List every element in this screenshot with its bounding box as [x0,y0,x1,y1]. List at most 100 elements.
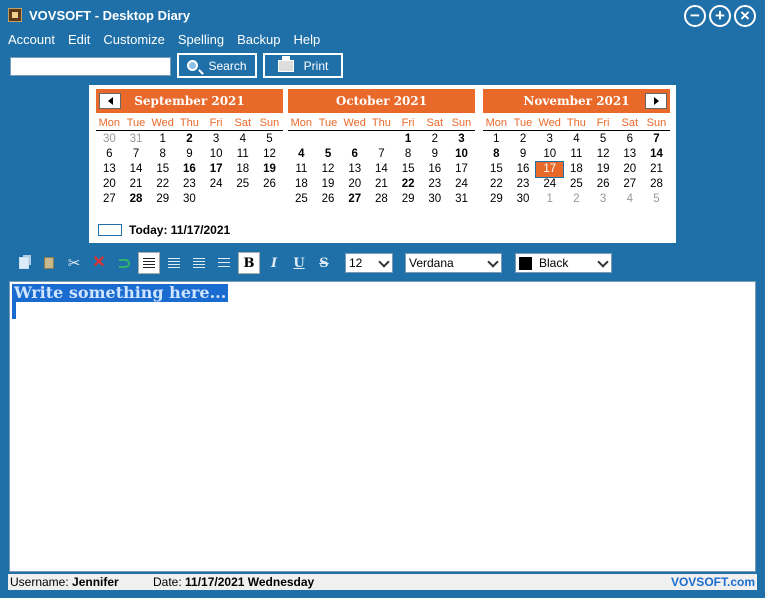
maximize-button[interactable]: + [709,5,731,27]
calendar-day[interactable]: 16 [176,162,203,177]
calendar-day[interactable]: 4 [288,147,315,162]
calendar-day[interactable]: 24 [203,177,230,192]
calendar-day[interactable]: 28 [368,192,395,207]
calendar-day[interactable]: 19 [315,177,342,192]
underline-button[interactable]: U [288,252,310,274]
calendar-day[interactable]: 13 [341,162,368,177]
calendar-day[interactable]: 14 [368,162,395,177]
calendar-day[interactable]: 8 [149,147,176,162]
menu-edit[interactable]: Edit [63,31,95,49]
strikethrough-button[interactable]: S [313,252,335,274]
diary-editor[interactable]: Write something here... [9,281,756,572]
calendar-day[interactable]: 18 [229,162,256,177]
menu-help[interactable]: Help [288,31,325,49]
calendar-day[interactable]: 26 [256,177,283,192]
calendar-day[interactable]: 3 [590,192,617,207]
calendar-day[interactable]: 19 [590,162,617,177]
paste-button[interactable] [38,252,60,274]
prev-month-button[interactable] [99,93,121,109]
calendar-day[interactable]: 29 [149,192,176,207]
align-right-button[interactable] [188,252,210,274]
calendar-day[interactable]: 6 [616,132,643,147]
calendar-day[interactable]: 8 [483,147,510,162]
search-button[interactable]: Search [177,53,257,78]
close-button[interactable]: × [734,5,756,27]
align-center-button[interactable] [163,252,185,274]
cut-button[interactable]: ✂ [63,252,85,274]
calendar-day[interactable]: 11 [229,147,256,162]
calendar-day[interactable]: 14 [643,147,670,162]
calendar-day[interactable]: 20 [616,162,643,177]
calendar-day[interactable]: 12 [590,147,617,162]
calendar-day[interactable]: 9 [510,147,537,162]
delete-button[interactable]: ✕ [88,252,110,274]
calendar-day[interactable]: 22 [483,177,510,192]
calendar-day[interactable]: 29 [395,192,422,207]
menu-backup[interactable]: Backup [232,31,285,49]
calendar-day[interactable]: 15 [483,162,510,177]
calendar-day[interactable]: 26 [315,192,342,207]
calendar-day[interactable]: 5 [643,192,670,207]
calendar-day[interactable]: 19 [256,162,283,177]
calendar-day[interactable]: 4 [563,132,590,147]
italic-button[interactable]: I [263,252,285,274]
calendar-day[interactable]: 25 [288,192,315,207]
calendar-day[interactable]: 21 [643,162,670,177]
calendar-day[interactable]: 22 [149,177,176,192]
calendar-day[interactable]: 2 [510,132,537,147]
menu-account[interactable]: Account [3,31,60,49]
calendar-day[interactable]: 30 [176,192,203,207]
calendar-day[interactable]: 25 [563,177,590,192]
minimize-button[interactable]: − [684,5,706,27]
today-marker[interactable] [98,224,122,236]
calendar-day[interactable]: 22 [395,177,422,192]
calendar-day[interactable]: 5 [256,132,283,147]
calendar-day[interactable]: 6 [96,147,123,162]
calendar-day[interactable]: 30 [510,192,537,207]
calendar-day[interactable]: 26 [590,177,617,192]
editor-selected-text[interactable]: Write something here... [12,284,229,302]
calendar-day[interactable]: 3 [203,132,230,147]
brand-link[interactable]: VOVSOFT.com [671,574,755,590]
calendar-day[interactable]: 7 [368,147,395,162]
calendar-day[interactable]: 27 [96,192,123,207]
calendar-day[interactable]: 29 [483,192,510,207]
calendar-day[interactable]: 10 [536,147,563,162]
calendar-day[interactable]: 21 [368,177,395,192]
calendar-day[interactable]: 9 [421,147,448,162]
calendar-day[interactable]: 31 [123,132,150,147]
calendar-day[interactable]: 1 [536,192,563,207]
calendar-day[interactable]: 10 [448,147,475,162]
calendar-day[interactable]: 3 [536,132,563,147]
calendar-day[interactable]: 10 [203,147,230,162]
next-month-button[interactable] [645,93,667,109]
calendar-day[interactable]: 27 [616,177,643,192]
calendar-day-selected[interactable]: 17 [535,161,565,178]
calendar-day[interactable]: 16 [421,162,448,177]
calendar-day[interactable]: 2 [176,132,203,147]
calendar-day[interactable]: 2 [421,132,448,147]
calendar-day[interactable]: 1 [149,132,176,147]
calendar-day[interactable]: 12 [256,147,283,162]
calendar-day[interactable]: 23 [421,177,448,192]
calendar-day[interactable]: 7 [123,147,150,162]
undo-button[interactable] [113,252,135,274]
calendar-day[interactable]: 28 [123,192,150,207]
calendar-day[interactable]: 1 [483,132,510,147]
calendar-day[interactable]: 11 [288,162,315,177]
calendar-day[interactable]: 13 [616,147,643,162]
calendar-day[interactable]: 4 [229,132,256,147]
calendar-day[interactable]: 4 [616,192,643,207]
calendar-day[interactable]: 31 [448,192,475,207]
calendar-day[interactable]: 9 [176,147,203,162]
calendar-day[interactable]: 17 [203,162,230,177]
calendar-day[interactable]: 15 [395,162,422,177]
calendar-day[interactable]: 23 [176,177,203,192]
calendar-day[interactable]: 15 [149,162,176,177]
calendar-day[interactable]: 2 [563,192,590,207]
print-button[interactable]: Print [263,53,343,78]
calendar-day[interactable]: 5 [590,132,617,147]
calendar-day[interactable]: 17 [448,162,475,177]
calendar-day[interactable]: 28 [643,177,670,192]
calendar-day[interactable]: 25 [229,177,256,192]
